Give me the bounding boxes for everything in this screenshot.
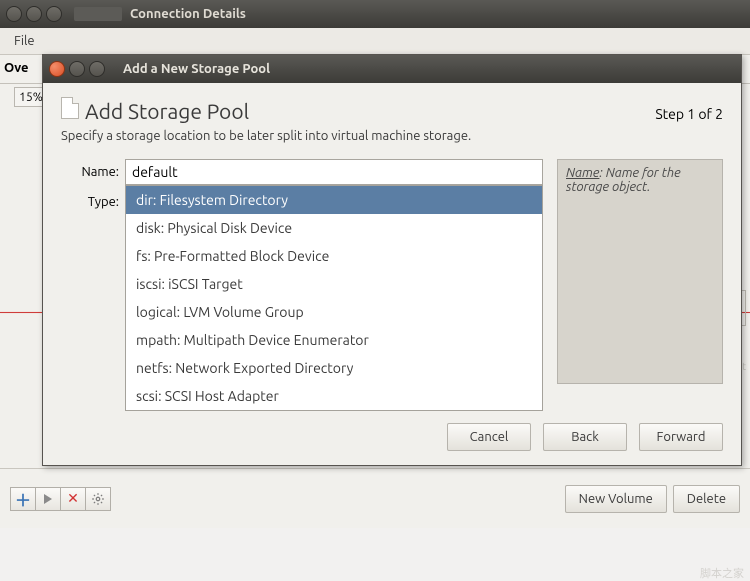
- title-redacted: [74, 7, 122, 21]
- document-icon: [61, 97, 79, 119]
- help-panel: Name: Name for the storage object.: [557, 159, 723, 384]
- dialog-subtitle: Specify a storage location to be later s…: [61, 129, 723, 143]
- minimize-icon[interactable]: [69, 61, 85, 77]
- type-option-dir[interactable]: dir: Filesystem Directory: [126, 186, 542, 214]
- back-button[interactable]: Back: [543, 423, 627, 451]
- x-icon: ✕: [67, 490, 79, 507]
- delete-volume-button[interactable]: Delete: [673, 485, 740, 513]
- type-option-scsi[interactable]: scsi: SCSI Host Adapter: [126, 382, 542, 410]
- help-name-label: Name: [566, 166, 599, 180]
- maximize-icon[interactable]: [89, 61, 105, 77]
- modal-titlebar: Add a New Storage Pool: [43, 55, 741, 83]
- minimize-icon[interactable]: [26, 6, 42, 22]
- pool-toolbar: ＋ ✕: [10, 487, 110, 511]
- watermark-cn: 脚本之家: [700, 565, 744, 581]
- maximize-icon[interactable]: [46, 6, 62, 22]
- modal-body: Add Storage Pool Step 1 of 2 Specify a s…: [43, 83, 741, 465]
- type-option-mpath[interactable]: mpath: Multipath Device Enumerator: [126, 326, 542, 354]
- volume-buttons: New Volume Delete: [565, 485, 740, 513]
- forward-button[interactable]: Forward: [639, 423, 723, 451]
- step-indicator: Step 1 of 2: [655, 106, 723, 122]
- parent-window-title: Connection Details: [130, 7, 246, 21]
- name-row: Name:: [61, 159, 543, 185]
- name-label: Name:: [61, 165, 119, 179]
- modal-footer: Cancel Back Forward: [61, 423, 723, 451]
- parent-titlebar: Connection Details: [0, 0, 750, 28]
- dialog-heading: Add Storage Pool: [85, 99, 249, 123]
- type-option-netfs[interactable]: netfs: Network Exported Directory: [126, 354, 542, 382]
- window-controls: [6, 6, 62, 22]
- menubar: File: [0, 28, 750, 55]
- gear-icon: [91, 492, 105, 506]
- close-icon[interactable]: [49, 61, 65, 77]
- overview-label: Ove: [4, 61, 29, 75]
- start-pool-button[interactable]: [35, 487, 61, 511]
- type-option-logical[interactable]: logical: LVM Volume Group: [126, 298, 542, 326]
- cancel-button[interactable]: Cancel: [447, 423, 531, 451]
- add-pool-button[interactable]: ＋: [10, 487, 36, 511]
- form-area: Name: Type: dir: Filesystem Directory di…: [61, 159, 723, 411]
- name-input[interactable]: [125, 159, 543, 185]
- type-option-iscsi[interactable]: iscsi: iSCSI Target: [126, 270, 542, 298]
- type-label: Type:: [61, 195, 119, 209]
- bottom-toolbar: ＋ ✕ New Volume Delete: [0, 468, 750, 528]
- modal-header: Add Storage Pool Step 1 of 2: [61, 97, 723, 123]
- type-option-fs[interactable]: fs: Pre-Formatted Block Device: [126, 242, 542, 270]
- add-storage-pool-dialog: Add a New Storage Pool Add Storage Pool …: [42, 54, 742, 466]
- type-dropdown[interactable]: dir: Filesystem Directory disk: Physical…: [125, 185, 543, 411]
- plus-icon: ＋: [15, 487, 31, 511]
- type-option-disk[interactable]: disk: Physical Disk Device: [126, 214, 542, 242]
- modal-title: Add a New Storage Pool: [123, 62, 270, 76]
- delete-pool-button[interactable]: ✕: [60, 487, 86, 511]
- form-left: Name: Type: dir: Filesystem Directory di…: [61, 159, 543, 411]
- menu-file[interactable]: File: [6, 30, 43, 52]
- close-icon[interactable]: [6, 6, 22, 22]
- new-volume-button[interactable]: New Volume: [565, 485, 667, 513]
- modal-window-controls: [49, 61, 105, 77]
- play-icon: [44, 494, 52, 504]
- settings-pool-button[interactable]: [85, 487, 111, 511]
